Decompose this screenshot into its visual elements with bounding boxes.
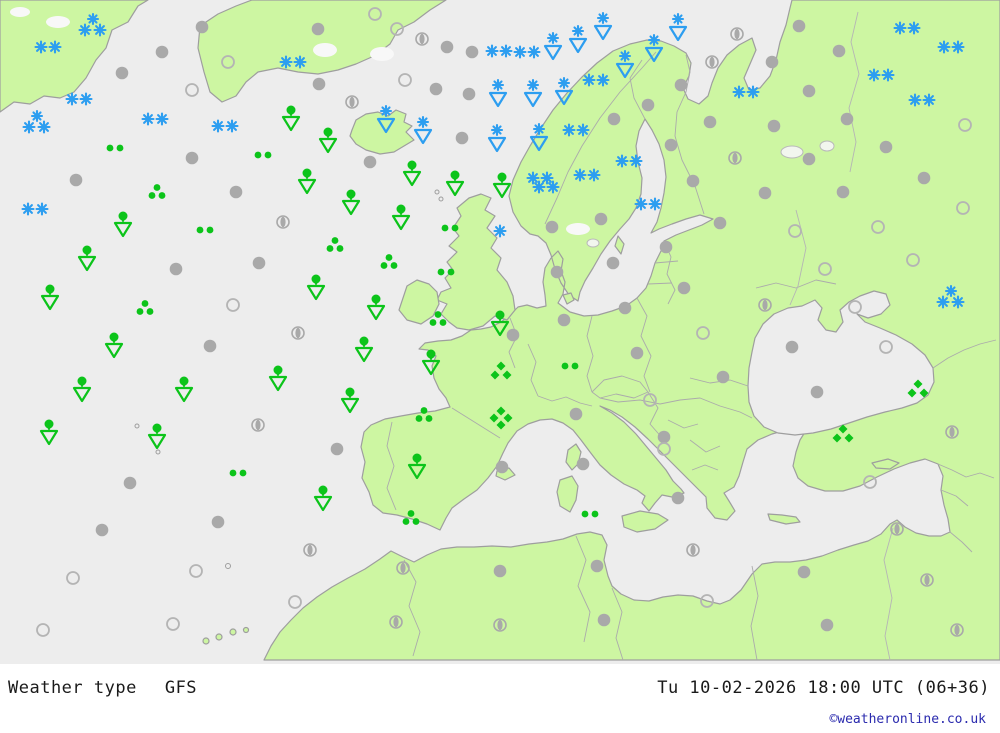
island-canary <box>242 626 250 634</box>
weather-symbol-cloud <box>465 45 479 59</box>
weather-symbol-cloud <box>169 262 183 276</box>
weather-symbol-cloud <box>797 565 811 579</box>
weather-symbol-cloud <box>545 220 559 234</box>
weather-symbol-cloud <box>195 20 209 34</box>
weather-symbol-cloud <box>618 301 632 315</box>
weather-symbol-cloud <box>832 44 846 58</box>
copyright-link[interactable]: ©weatheronline.co.uk <box>829 712 986 727</box>
weather-symbol-cloud <box>802 84 816 98</box>
weather-symbol-cloud <box>767 119 781 133</box>
map-area <box>0 0 1000 664</box>
weather-symbol-cloud <box>659 240 673 254</box>
weather-symbol-cloud <box>429 82 443 96</box>
weather-symbol-cloud <box>597 613 611 627</box>
weather-symbol-cloud <box>686 174 700 188</box>
ice-patch <box>566 223 590 235</box>
weather-symbol-cloud <box>641 98 655 112</box>
lake-onega <box>819 140 835 152</box>
weather-symbol-cloud <box>657 430 671 444</box>
weather-symbol-cloud <box>765 55 779 69</box>
caption-bar: Weather type GFS Tu 10-02-2026 18:00 UTC … <box>0 664 1000 733</box>
weather-symbol-cloud <box>330 442 344 456</box>
caption-left: Weather type GFS <box>8 678 197 698</box>
weather-symbol-cloud <box>123 476 137 490</box>
weather-symbol-cloud <box>840 112 854 126</box>
lake-vanern <box>586 238 600 248</box>
weather-symbol-cloud <box>802 152 816 166</box>
weather-symbol-cloud <box>211 515 225 529</box>
ice-patch <box>313 43 337 57</box>
weather-symbol-cloud <box>115 66 129 80</box>
weather-symbol-cloud <box>607 112 621 126</box>
lake-ladoga <box>780 145 804 159</box>
weather-symbol-cloud <box>506 328 520 342</box>
weather-symbol-cloud <box>630 346 644 360</box>
island-canary <box>229 628 237 636</box>
weather-symbol-cloud <box>312 77 326 91</box>
weather-symbol-cloud <box>550 265 564 279</box>
weather-symbol-cloud <box>820 618 834 632</box>
model-label: GFS <box>164 678 198 698</box>
weather-symbol-cloud <box>785 340 799 354</box>
weather-symbol-cloud <box>606 256 620 270</box>
weather-symbol-cloud <box>252 256 266 270</box>
weather-symbol-cloud <box>203 339 217 353</box>
europe-map-svg <box>0 0 1000 664</box>
weather-symbol-cloud <box>95 523 109 537</box>
weather-symbol-cloud <box>674 78 688 92</box>
weather-symbol-snow1 <box>493 224 507 238</box>
weather-symbol-cloud <box>716 370 730 384</box>
weather-symbol-cloud <box>836 185 850 199</box>
product-label: Weather type <box>8 678 137 698</box>
weather-symbol-cloud <box>664 138 678 152</box>
weather-symbol-cloud <box>440 40 454 54</box>
weather-symbol-cloud <box>557 313 571 327</box>
ice-patch <box>370 47 394 61</box>
weather-symbol-cloud <box>671 491 685 505</box>
weather-symbol-cloud <box>713 216 727 230</box>
weather-symbol-cloud <box>155 45 169 59</box>
weather-symbol-cloud <box>917 171 931 185</box>
weather-symbol-cloud <box>455 131 469 145</box>
weather-symbol-cloud <box>792 19 806 33</box>
weather-symbol-cloud <box>703 115 717 129</box>
weather-symbol-cloud <box>594 212 608 226</box>
weather-symbol-cloud <box>810 385 824 399</box>
weather-symbol-cloud <box>229 185 243 199</box>
weather-symbol-cloud <box>462 87 476 101</box>
weather-symbol-cloud <box>758 186 772 200</box>
weather-symbol-cloud <box>69 173 83 187</box>
weather-symbol-cloud <box>879 140 893 154</box>
weather-symbol-cloud <box>185 151 199 165</box>
island-canary <box>215 633 223 641</box>
weather-map-page: Weather type GFS Tu 10-02-2026 18:00 UTC … <box>0 0 1000 733</box>
ice-patch <box>46 16 70 28</box>
datetime-label: Tu 10-02-2026 18:00 UTC (06+36) <box>657 678 990 698</box>
weather-symbol-cloud <box>576 457 590 471</box>
weather-symbol-cloud <box>677 281 691 295</box>
weather-symbol-cloud <box>495 460 509 474</box>
weather-symbol-cloud <box>493 564 507 578</box>
weather-symbol-cloud <box>590 559 604 573</box>
weather-symbol-cloud <box>311 22 325 36</box>
weather-symbol-cloud <box>363 155 377 169</box>
island-canary <box>202 637 210 645</box>
ice-patch <box>10 7 30 17</box>
weather-symbol-cloud <box>569 407 583 421</box>
